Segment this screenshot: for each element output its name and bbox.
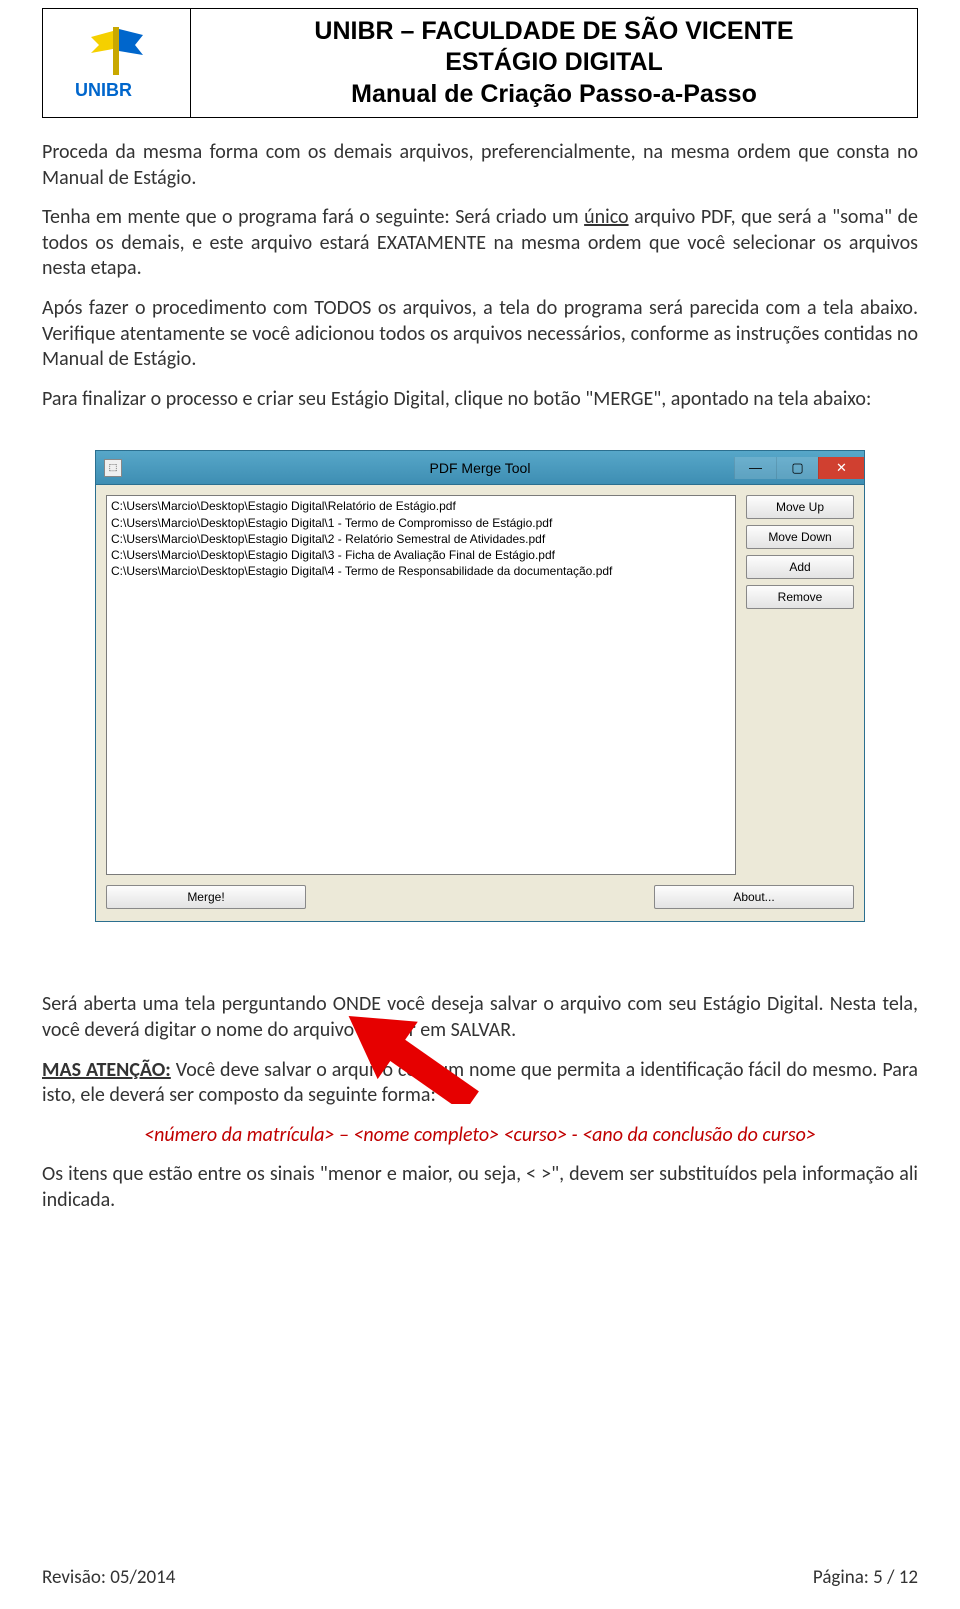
paragraph-6: MAS ATENÇÃO: Você deve salvar o arquivo …	[42, 1058, 918, 1109]
remove-button[interactable]: Remove	[746, 585, 854, 609]
logo-wordmark: UNIBR	[75, 79, 159, 101]
title-line-1: UNIBR – FACULDADE DE SÃO VICENTE	[195, 16, 913, 47]
list-item[interactable]: C:\Users\Marcio\Desktop\Estagio Digital\…	[111, 498, 731, 514]
list-item[interactable]: C:\Users\Marcio\Desktop\Estagio Digital\…	[111, 563, 731, 579]
flag-icon	[87, 25, 147, 77]
titlebar: ⬚ PDF Merge Tool — ▢ ✕	[96, 451, 864, 485]
unibr-logo: UNIBR	[75, 25, 159, 101]
paragraph-3: Após fazer o procedimento com TODOS os a…	[42, 296, 918, 373]
about-button[interactable]: About...	[654, 885, 854, 909]
footer-revision: Revisão: 05/2014	[42, 1566, 175, 1589]
filename-format: <número da matrícula> – <nome completo> …	[42, 1123, 918, 1149]
file-list[interactable]: C:\Users\Marcio\Desktop\Estagio Digital\…	[106, 495, 736, 875]
title-line-3: Manual de Criação Passo-a-Passo	[195, 79, 913, 110]
paragraph-4: Para finalizar o processo e criar seu Es…	[42, 387, 918, 413]
list-item[interactable]: C:\Users\Marcio\Desktop\Estagio Digital\…	[111, 515, 731, 531]
paragraph-2: Tenha em mente que o programa fará o seg…	[42, 205, 918, 282]
paragraph-8: Os itens que estão entre os sinais "meno…	[42, 1162, 918, 1213]
document-header: UNIBR UNIBR – FACULDADE DE SÃO VICENTE E…	[42, 8, 918, 118]
body-content: Proceda da mesma forma com os demais arq…	[42, 140, 918, 412]
page-footer: Revisão: 05/2014 Página: 5 / 12	[42, 1566, 918, 1589]
footer-page: Página: 5 / 12	[813, 1566, 918, 1589]
body-content-lower: Será aberta uma tela perguntando ONDE vo…	[42, 992, 918, 1213]
paragraph-5: Será aberta uma tela perguntando ONDE vo…	[42, 992, 918, 1043]
move-up-button[interactable]: Move Up	[746, 495, 854, 519]
merge-button[interactable]: Merge!	[106, 885, 306, 909]
window-title: PDF Merge Tool	[96, 460, 864, 476]
add-button[interactable]: Add	[746, 555, 854, 579]
logo-cell: UNIBR	[43, 9, 191, 117]
paragraph-1: Proceda da mesma forma com os demais arq…	[42, 140, 918, 191]
side-button-stack: Move Up Move Down Add Remove	[746, 495, 854, 875]
bottom-button-row: Merge! About...	[106, 885, 854, 909]
svg-text:UNIBR: UNIBR	[75, 80, 132, 100]
list-item[interactable]: C:\Users\Marcio\Desktop\Estagio Digital\…	[111, 531, 731, 547]
pdf-merge-tool-window: ⬚ PDF Merge Tool — ▢ ✕ C:\Users\Marcio\D…	[95, 450, 865, 922]
move-down-button[interactable]: Move Down	[746, 525, 854, 549]
document-title: UNIBR – FACULDADE DE SÃO VICENTE ESTÁGIO…	[191, 10, 917, 116]
list-item[interactable]: C:\Users\Marcio\Desktop\Estagio Digital\…	[111, 547, 731, 563]
title-line-2: ESTÁGIO DIGITAL	[195, 47, 913, 78]
app-body: C:\Users\Marcio\Desktop\Estagio Digital\…	[96, 485, 864, 921]
